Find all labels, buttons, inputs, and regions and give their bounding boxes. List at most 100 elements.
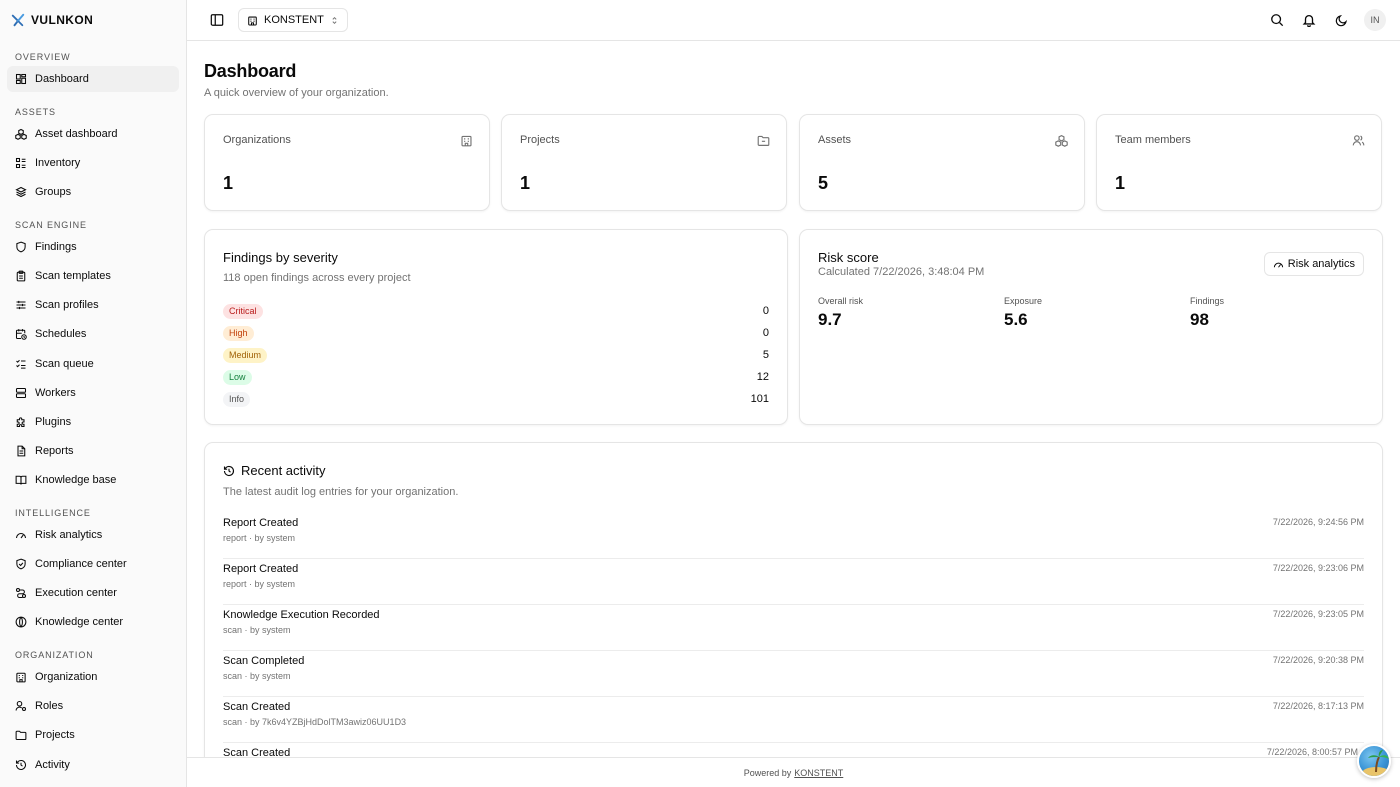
sidebar-item-workers[interactable]: Workers: [7, 380, 179, 406]
sidebar-item-label: Schedules: [35, 328, 87, 341]
brand[interactable]: VULNKON: [0, 0, 186, 40]
risk-metric-label: Findings: [1190, 296, 1225, 306]
floating-assistant-button[interactable]: [1357, 744, 1391, 778]
severity-row-critical: Critical 0: [223, 303, 769, 319]
activity-row: Report Created report · by system 7/22/2…: [223, 513, 1364, 559]
sidebar-item-findings[interactable]: Findings: [7, 234, 179, 260]
activity-row-time: 7/22/2026, 9:24:56 PM: [1272, 517, 1364, 527]
activity-row-meta: scan · by system: [223, 625, 291, 635]
sidebar: VULNKON OVERVIEW Dashboard ASSETS Asset …: [0, 0, 187, 787]
activity-subtitle: The latest audit log entries for your or…: [223, 486, 459, 498]
main-content: Dashboard A quick overview of your organ…: [187, 41, 1400, 757]
sidebar-item-label: Groups: [35, 186, 72, 199]
boxes-icon: [15, 128, 27, 140]
risk-calculated: Calculated 7/22/2026, 3:48:04 PM: [818, 266, 985, 278]
sidebar-item-label: Workers: [35, 386, 76, 399]
sidebar-item-scan-profiles[interactable]: Scan profiles: [7, 292, 179, 318]
stat-value: 1: [520, 173, 531, 193]
risk-analytics-button-label: Risk analytics: [1287, 258, 1355, 270]
clipboard-icon: [16, 270, 26, 282]
severity-badge: Critical: [223, 303, 263, 319]
sidebar-item-activity[interactable]: Activity: [7, 752, 179, 778]
severity-row-high: High 0: [223, 325, 769, 341]
activity-row-meta: report · by system: [223, 533, 296, 543]
sidebar-item-plugins[interactable]: Plugins: [7, 409, 179, 435]
severity-badge: Info: [223, 391, 251, 407]
list-icon: [15, 158, 26, 169]
section-label-organization: ORGANIZATION: [15, 650, 94, 661]
severity-count: 0: [762, 305, 769, 317]
sidebar-item-scan-templates[interactable]: Scan templates: [7, 263, 179, 289]
sidebar-item-inventory[interactable]: Inventory: [7, 150, 179, 176]
dashboard-icon: [15, 73, 27, 85]
risk-title: Risk score: [818, 250, 879, 265]
severity-count: 5: [762, 349, 769, 361]
sidebar-item-risk-analytics[interactable]: Risk analytics: [7, 522, 179, 548]
severity-badge: High: [223, 325, 254, 341]
brand-name: VULNKON: [31, 13, 94, 27]
stat-label: Organizations: [223, 134, 291, 146]
search-icon: [1271, 14, 1284, 27]
activity-row-time: 7/22/2026, 8:17:13 PM: [1272, 701, 1364, 711]
activity-row-title: Report Created: [223, 517, 299, 529]
sidebar-item-scan-queue[interactable]: Scan queue: [7, 351, 179, 377]
risk-analytics-button[interactable]: Risk analytics: [1263, 252, 1364, 276]
shield-check-icon: [16, 558, 26, 570]
stat-card-organizations: Organizations 1: [204, 114, 490, 211]
sidebar-item-knowledge-center[interactable]: Knowledge center: [7, 609, 179, 635]
avatar[interactable]: IN: [1364, 9, 1386, 31]
severity-count: 101: [750, 393, 769, 405]
shield-icon: [16, 241, 26, 253]
activity-row: Scan Created 7/22/2026, 8:00:57 PM: [223, 743, 1364, 757]
severity-count: 12: [756, 371, 769, 383]
sidebar-item-roles[interactable]: Roles: [7, 693, 179, 719]
footer-link[interactable]: KONSTENT: [794, 768, 843, 778]
route-icon: [15, 588, 27, 599]
topbar-actions: IN: [1264, 7, 1386, 33]
history-icon: [15, 759, 27, 770]
topbar: KONSTENT IN: [187, 0, 1400, 41]
severity-count: 0: [762, 327, 769, 339]
server-icon: [15, 387, 27, 398]
toggle-sidebar-button[interactable]: [204, 7, 230, 33]
severity-row-medium: Medium 5: [223, 347, 769, 363]
risk-score-card: Risk score Calculated 7/22/2026, 3:48:04…: [799, 229, 1383, 425]
sidebar-item-organization[interactable]: Organization: [7, 664, 179, 690]
search-button[interactable]: [1264, 7, 1290, 33]
risk-metric-value: 98: [1190, 310, 1209, 329]
activity-header: Recent activity: [223, 463, 326, 478]
sidebar-item-label: Projects: [35, 729, 75, 742]
section-label-scan-engine: SCAN ENGINE: [15, 220, 87, 231]
sidebar-item-label: Risk analytics: [35, 528, 103, 541]
users-icon: [1352, 135, 1365, 146]
sidebar-item-groups[interactable]: Groups: [7, 179, 179, 205]
risk-metric-value: 5.6: [1004, 310, 1028, 329]
sidebar-item-label: Dashboard: [35, 73, 89, 85]
sidebar-item-label: Findings: [35, 241, 77, 254]
recent-activity-card: Recent activity The latest audit log ent…: [204, 442, 1383, 757]
activity-row-meta: scan · by system: [223, 671, 291, 681]
findings-title: Findings by severity: [223, 250, 338, 265]
activity-row-time: 7/22/2026, 8:00:57 PM: [1266, 747, 1358, 757]
sidebar-item-label: Reports: [35, 444, 74, 457]
severity-row-low: Low 12: [223, 369, 769, 385]
history-icon: [223, 465, 235, 476]
sidebar-item-label: Scan templates: [35, 270, 111, 283]
stat-value: 1: [1115, 173, 1126, 193]
sidebar-item-label: Inventory: [35, 157, 81, 170]
sidebar-item-reports[interactable]: Reports: [7, 438, 179, 464]
sidebar-item-compliance-center[interactable]: Compliance center: [7, 551, 179, 577]
org-switcher[interactable]: KONSTENT: [238, 8, 348, 32]
sidebar-item-dashboard[interactable]: Dashboard: [7, 66, 179, 92]
moon-icon: [1335, 14, 1347, 26]
file-icon: [17, 445, 26, 457]
sidebar-item-knowledge-base[interactable]: Knowledge base: [7, 467, 179, 493]
folder-icon: [757, 135, 770, 146]
sidebar-item-asset-dashboard[interactable]: Asset dashboard: [7, 121, 179, 147]
sidebar-item-projects[interactable]: Projects: [7, 722, 179, 748]
activity-row-time: 7/22/2026, 9:23:06 PM: [1272, 563, 1364, 573]
sidebar-item-schedules[interactable]: Schedules: [7, 321, 179, 347]
notifications-button[interactable]: [1296, 7, 1322, 33]
theme-toggle-button[interactable]: [1328, 7, 1354, 33]
sidebar-item-execution-center[interactable]: Execution center: [7, 580, 179, 606]
